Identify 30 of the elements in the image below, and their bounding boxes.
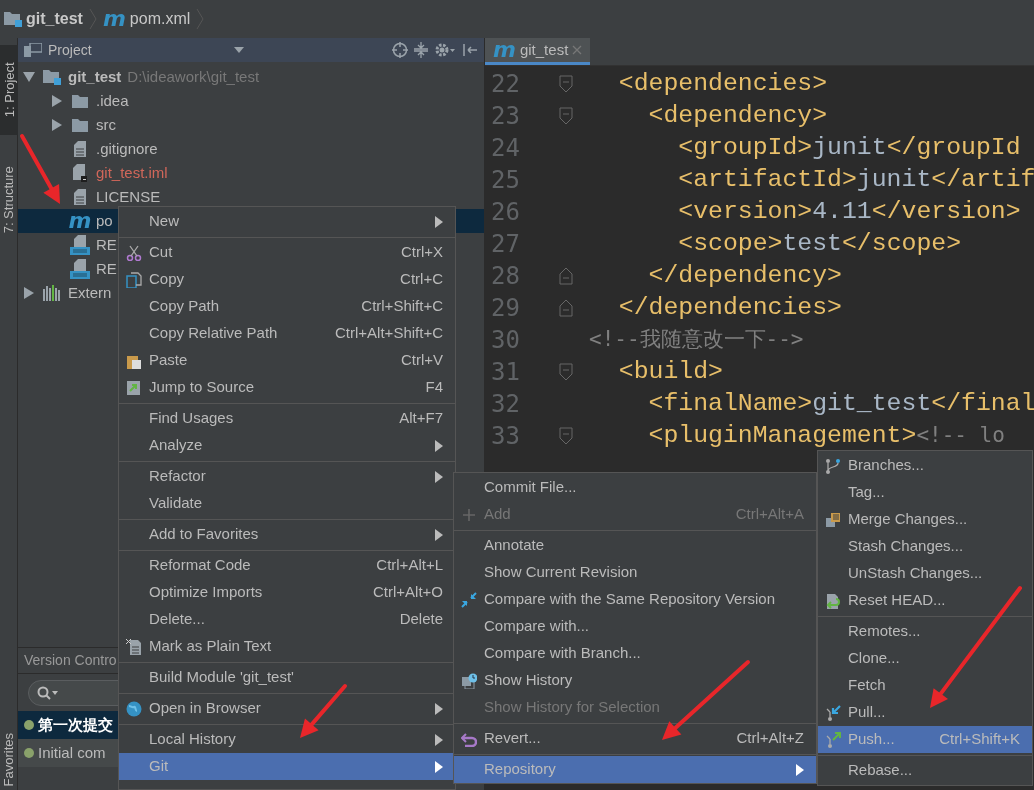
panel-title: Project xyxy=(48,40,93,60)
panel-title: Version Contro xyxy=(24,651,117,670)
line-number: 25 xyxy=(490,165,521,196)
line-number: 33 xyxy=(490,421,521,452)
code-line: <groupId>junit</groupId xyxy=(677,132,1021,164)
line-number: 29 xyxy=(490,293,521,324)
line-number: 24 xyxy=(490,133,521,164)
line-number: 26 xyxy=(490,197,521,228)
code-line: <pluginManagement><!-- lo xyxy=(647,420,1005,452)
line-number: 32 xyxy=(490,389,521,420)
line-number: 28 xyxy=(490,261,521,292)
code-line: <artifactId>junit</artif xyxy=(677,164,1034,196)
maven-glyph: m xyxy=(493,39,516,61)
line-number: 23 xyxy=(490,101,521,132)
code-line: <finalName>git_test</final xyxy=(647,388,1034,420)
line-number: 31 xyxy=(490,357,521,388)
path-text: D:\ideawork\git_test xyxy=(127,66,260,87)
maven-glyph: m xyxy=(102,8,126,30)
line-number: 22 xyxy=(490,69,521,100)
code-line: <scope>test</scope> xyxy=(677,228,962,260)
code-line: </dependency> xyxy=(647,260,842,292)
code-line: <!--我随意改一下--> xyxy=(589,326,804,354)
code-line: </dependencies> xyxy=(617,292,842,324)
line-number: 27 xyxy=(490,229,521,260)
code-line: <dependencies> xyxy=(617,68,828,100)
line-number: 30 xyxy=(490,325,521,356)
maven-glyph: m xyxy=(68,210,92,232)
code-line: <build> xyxy=(617,356,723,388)
code-line: <version>4.11</version> xyxy=(677,196,1021,228)
code-line: <dependency> xyxy=(647,100,828,132)
